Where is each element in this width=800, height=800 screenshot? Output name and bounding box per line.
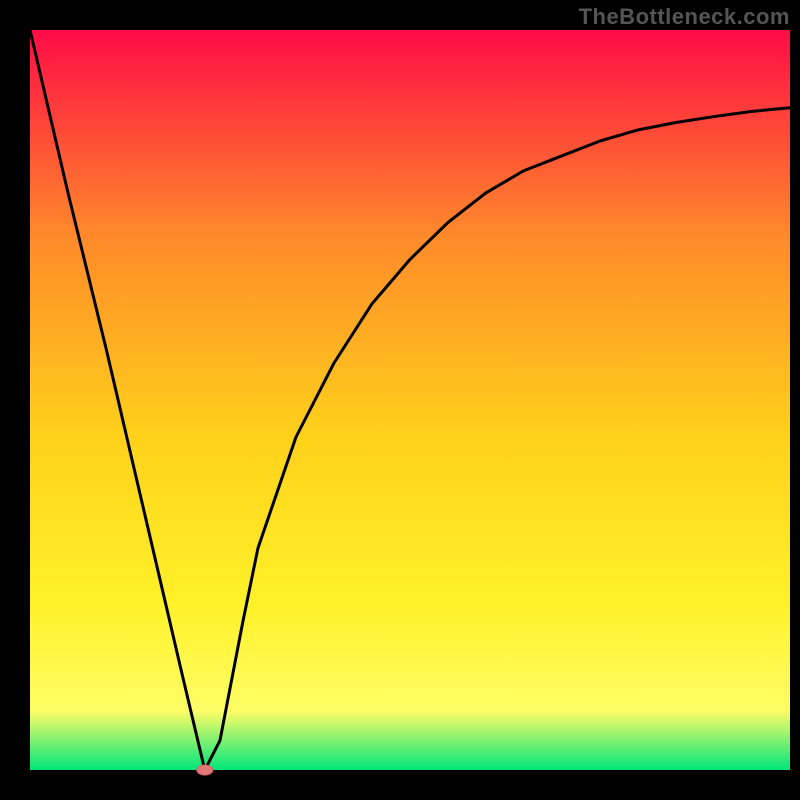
plot-background	[30, 30, 790, 770]
chart-container: TheBottleneck.com	[0, 0, 800, 800]
bottleneck-chart	[0, 0, 800, 800]
optimal-point-marker	[197, 765, 213, 775]
watermark-text: TheBottleneck.com	[579, 4, 790, 30]
